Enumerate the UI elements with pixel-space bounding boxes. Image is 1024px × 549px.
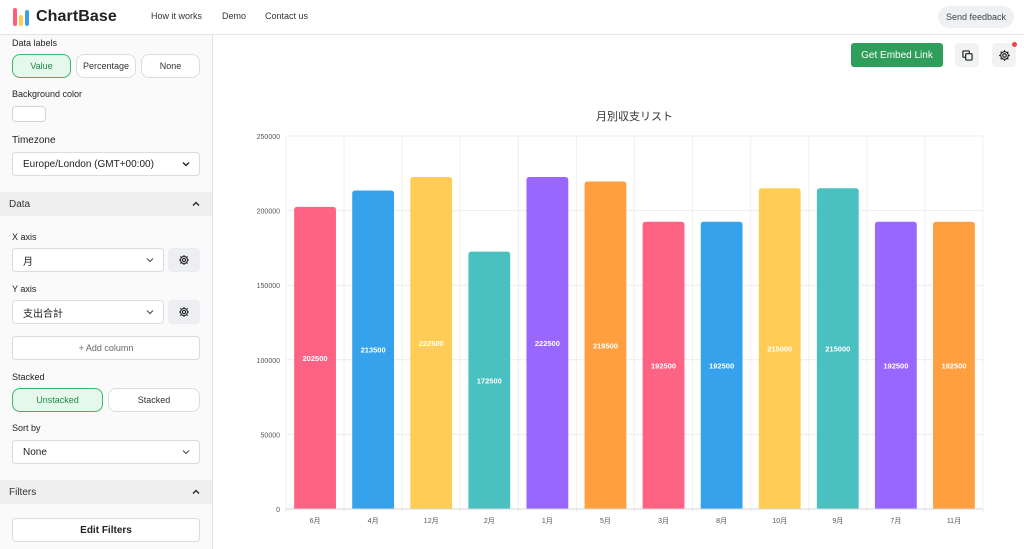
gear-icon — [179, 307, 189, 317]
data-labels-none-option[interactable]: None — [141, 54, 200, 78]
brand-logo[interactable]: ChartBase — [13, 7, 117, 27]
bar — [294, 206, 336, 509]
bar-value-label: 213500 — [361, 346, 386, 355]
y-tick-label: 0 — [276, 507, 280, 514]
bar-value-label: 192500 — [651, 361, 676, 370]
bar-value-label: 192500 — [883, 361, 908, 370]
nav-demo[interactable]: Demo — [222, 11, 246, 21]
y-axis-settings-button[interactable] — [168, 300, 200, 324]
nav-contact-us[interactable]: Contact us — [265, 11, 308, 21]
bar — [584, 181, 627, 510]
filters-section-title: Filters — [9, 486, 37, 498]
x-axis-select[interactable]: 月 — [12, 248, 164, 272]
bar-value-label: 215000 — [767, 345, 792, 354]
timezone-label: Timezone — [12, 135, 56, 146]
sort-by-select[interactable]: None — [12, 440, 200, 464]
brand-name: ChartBase — [36, 8, 117, 25]
bar — [758, 188, 801, 509]
chart-title: 月別収支リスト — [596, 110, 673, 123]
bar-value-label: 219500 — [593, 341, 618, 350]
unstacked-option[interactable]: Unstacked — [12, 388, 103, 412]
nav-how-it-works[interactable]: How it works — [151, 11, 202, 21]
x-tick-label: 4月 — [368, 517, 379, 525]
data-labels-label: Data labels — [12, 38, 58, 48]
send-feedback-button[interactable]: Send feedback — [937, 6, 1014, 28]
add-column-button[interactable]: + Add column — [12, 336, 200, 360]
x-axis-value: 月 — [23, 256, 33, 268]
gear-icon — [998, 49, 1010, 61]
timezone-select[interactable]: Europe/London (GMT+00:00) — [12, 152, 200, 176]
x-tick-label: 3月 — [658, 517, 669, 525]
x-tick-label: 7月 — [890, 517, 901, 525]
x-tick-label: 1月 — [542, 517, 553, 525]
bar — [468, 251, 511, 509]
x-tick-label: 5月 — [600, 517, 611, 525]
bar-value-label: 222500 — [535, 339, 560, 348]
chevron-up-icon — [192, 201, 200, 206]
bar — [526, 177, 569, 509]
x-tick-label: 12月 — [424, 517, 439, 525]
stacked-label: Stacked — [12, 372, 45, 382]
bar — [874, 221, 917, 510]
y-axis-label: Y axis — [12, 284, 37, 294]
bar — [933, 221, 975, 510]
bar-value-label: 222500 — [419, 339, 444, 348]
stacked-option[interactable]: Stacked — [108, 388, 200, 412]
background-color-swatch[interactable] — [12, 106, 46, 122]
background-color-label: Background color — [12, 89, 83, 99]
logo-mark-icon — [13, 8, 29, 26]
y-tick-label: 250000 — [257, 134, 280, 141]
bar-value-label: 192500 — [941, 361, 966, 370]
copy-icon — [961, 49, 973, 61]
x-tick-label: 8月 — [716, 517, 727, 525]
x-axis-label: X axis — [12, 232, 37, 242]
copy-button[interactable] — [955, 43, 979, 67]
y-axis-select[interactable]: 支出合計 — [12, 300, 164, 324]
bar-chart: 月別収支リスト 0 50000 100000 150000 200000 250000 202… — [257, 110, 984, 525]
sort-by-value: None — [23, 446, 47, 458]
data-section-header[interactable]: Data — [0, 192, 212, 216]
settings-sidebar: Data labels Value Percentage None Backgr… — [0, 35, 213, 549]
top-navigation-bar: ChartBase How it works Demo Contact us S… — [0, 0, 1024, 35]
bar-value-label: 192500 — [709, 361, 734, 370]
chevron-down-icon — [182, 450, 190, 455]
timezone-value: Europe/London (GMT+00:00) — [23, 158, 154, 170]
get-embed-link-button[interactable]: Get Embed Link — [851, 43, 943, 67]
x-tick-label: 6月 — [310, 517, 321, 525]
y-tick-label: 100000 — [257, 358, 280, 365]
notification-dot — [1012, 42, 1017, 47]
x-tick-label: 10月 — [772, 517, 787, 525]
x-axis-settings-button[interactable] — [168, 248, 200, 272]
chevron-down-icon — [182, 162, 190, 167]
chart-settings-button[interactable] — [992, 42, 1017, 67]
edit-filters-button[interactable]: Edit Filters — [12, 518, 200, 542]
data-labels-percentage-option[interactable]: Percentage — [76, 54, 136, 78]
filters-section-header[interactable]: Filters — [0, 480, 212, 504]
gear-icon — [179, 255, 189, 265]
x-tick-label: 11月 — [947, 517, 961, 525]
bar — [642, 221, 685, 510]
chevron-down-icon — [146, 310, 154, 315]
chart-panel: Get Embed Link 月別収支リスト 0 50000 100000 150000… — [213, 35, 1024, 549]
bar-value-label: 215000 — [825, 345, 850, 354]
y-tick-label: 50000 — [261, 432, 281, 439]
data-section-title: Data — [9, 198, 31, 210]
x-tick-label: 2月 — [484, 517, 495, 525]
y-tick-label: 200000 — [257, 209, 280, 216]
bar — [352, 190, 395, 509]
data-labels-value-option[interactable]: Value — [12, 54, 71, 78]
y-axis-value: 支出合計 — [23, 308, 63, 320]
y-tick-label: 150000 — [257, 283, 280, 290]
bar-value-label: 202500 — [303, 354, 328, 363]
bar-value-label: 172500 — [477, 376, 502, 385]
chevron-down-icon — [146, 258, 154, 263]
bar — [410, 177, 453, 509]
x-tick-label: 9月 — [832, 517, 843, 525]
bar — [816, 188, 859, 509]
chevron-up-icon — [192, 489, 200, 494]
sort-by-label: Sort by — [12, 423, 41, 433]
bar — [700, 221, 743, 510]
